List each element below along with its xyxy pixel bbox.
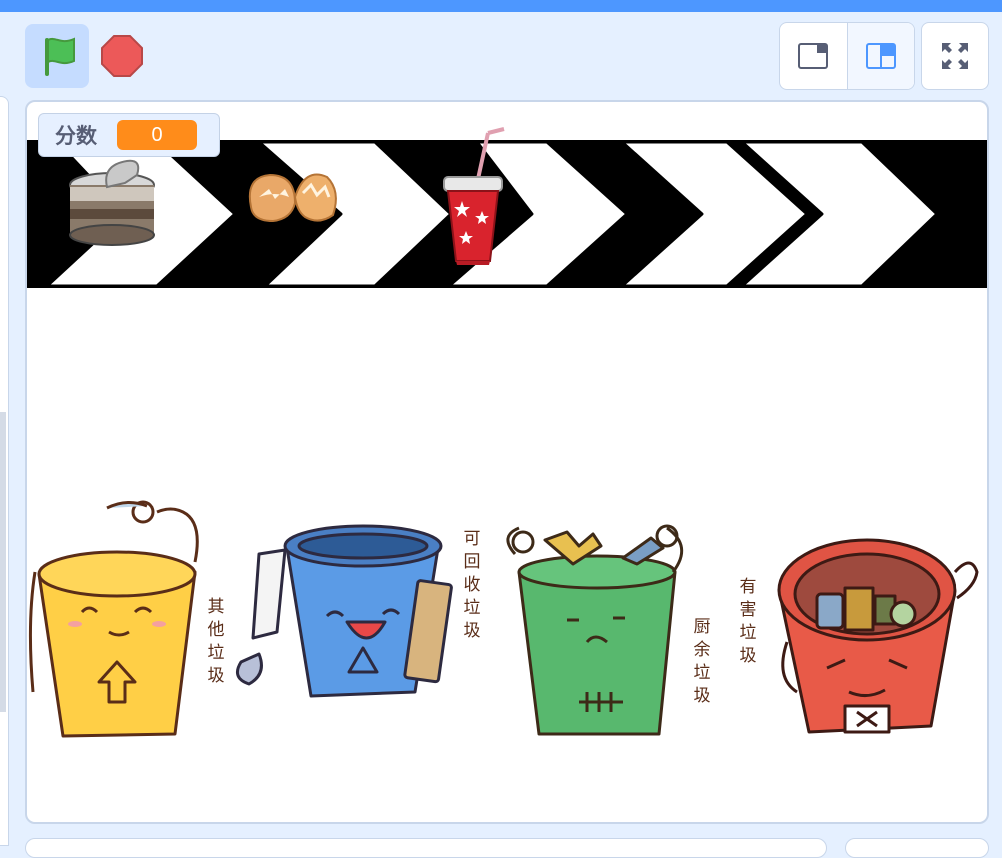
stage-size-toggle	[779, 22, 915, 90]
top-accent-bar	[0, 0, 1002, 12]
left-panel-scrollbar[interactable]	[0, 412, 6, 712]
score-value: 0	[117, 120, 197, 150]
green-flag-button[interactable]	[25, 24, 89, 88]
score-monitor[interactable]: 分数 0	[38, 113, 220, 157]
stage[interactable]: 分数 0 其他垃圾 可回收垃圾 厨余垃圾 有害垃圾	[25, 100, 989, 824]
bin-label-hazardous: 有害垃圾	[739, 577, 757, 666]
small-stage-icon	[798, 43, 829, 69]
bin-label-other: 其他垃圾	[207, 597, 225, 686]
green-flag-icon	[45, 37, 75, 76]
bin-recyclable[interactable]	[235, 524, 453, 698]
fullscreen-button[interactable]	[921, 22, 989, 90]
bin-hazardous[interactable]	[777, 538, 979, 734]
bin-label-recyclable: 可回收垃圾	[463, 529, 481, 641]
bin-other-waste[interactable]	[28, 500, 199, 738]
score-label: 分数	[55, 125, 97, 148]
stage-canvas	[27, 127, 987, 738]
conveyor-belt	[27, 140, 987, 288]
bottom-panel-right	[845, 838, 989, 858]
normal-stage-icon	[865, 43, 896, 69]
bin-label-kitchen: 厨余垃圾	[693, 617, 711, 706]
bottom-panel-left	[25, 838, 827, 858]
normal-stage-button[interactable]	[846, 23, 914, 89]
fullscreen-icon	[942, 43, 968, 69]
stop-sign-icon	[101, 35, 143, 77]
small-stage-button[interactable]	[780, 23, 847, 89]
stop-button[interactable]	[96, 28, 148, 84]
bin-kitchen-waste[interactable]	[506, 524, 684, 736]
